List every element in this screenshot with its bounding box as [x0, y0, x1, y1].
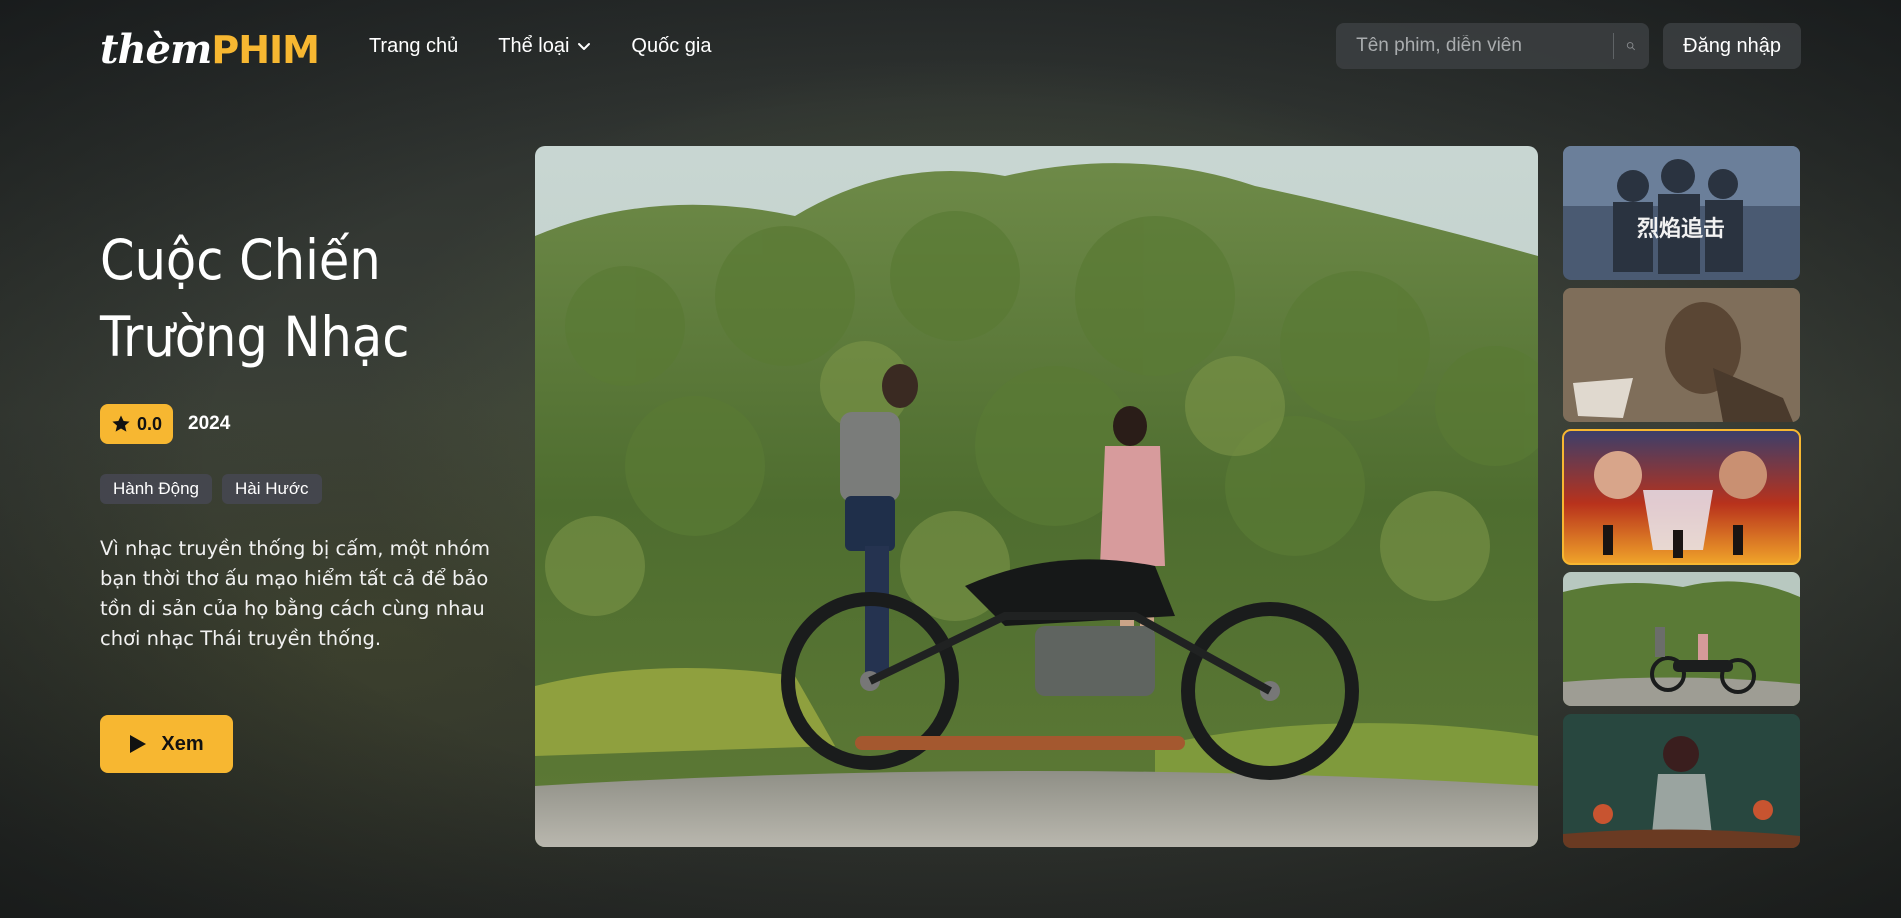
genre-tag[interactable]: Hài Hước — [222, 474, 322, 504]
search-box — [1336, 23, 1650, 69]
search-input[interactable] — [1356, 35, 1602, 57]
rating-badge: 0.0 — [100, 404, 174, 444]
logo-bold-text: PHIM — [211, 28, 320, 72]
thumbnail-item[interactable] — [1563, 572, 1800, 706]
search-icon[interactable] — [1626, 35, 1636, 57]
logo-script-text: thèm — [100, 26, 212, 73]
thumbnail-item[interactable]: 烈焰追击 — [1563, 146, 1800, 280]
release-year: 2024 — [188, 413, 231, 434]
featured-info: Cuộc Chiến Trường Nhạc 0.0 2024 Hành Độn… — [100, 222, 500, 654]
genre-tag[interactable]: Hành Động — [100, 474, 213, 504]
thumbnail-image — [1563, 572, 1800, 706]
main-nav: Trang chủ Thể loại Quốc gia — [369, 35, 712, 58]
featured-title: Cuộc Chiến Trường Nhạc — [100, 228, 410, 369]
header-actions: Đăng nhập — [1336, 23, 1801, 69]
thumbnail-item-active[interactable] — [1562, 429, 1801, 565]
featured-description: Vì nhạc truyền thống bị cấm, một nhóm bạ… — [100, 537, 490, 650]
thumbnail-image — [1563, 288, 1800, 422]
thumbnail-image — [1563, 714, 1800, 848]
genre-tags: Hành Động Hài Hước — [100, 474, 500, 504]
play-icon — [130, 735, 147, 753]
thumbnail-item[interactable] — [1563, 714, 1800, 848]
nav-home[interactable]: Trang chủ — [369, 35, 458, 58]
watch-button[interactable]: Xem — [100, 715, 233, 773]
featured-meta: 0.0 2024 — [100, 404, 500, 444]
star-icon — [112, 415, 130, 432]
site-logo[interactable]: thèm PHIM — [100, 26, 320, 73]
site-header: thèm PHIM Trang chủ Thể loại Quốc gia Đă… — [0, 0, 1901, 92]
nav-genre-label: Thể loại — [498, 34, 570, 57]
rating-value: 0.0 — [137, 413, 163, 434]
thumbnail-image: 烈焰追击 — [1563, 146, 1800, 280]
thumbnail-image — [1563, 430, 1800, 564]
login-button[interactable]: Đăng nhập — [1663, 23, 1801, 69]
chevron-down-icon — [578, 43, 591, 50]
nav-country[interactable]: Quốc gia — [631, 35, 711, 58]
thumbnail-strip: 烈焰追击 — [1562, 146, 1801, 856]
nav-genre[interactable]: Thể loại — [498, 35, 591, 58]
backdrop-illustration — [535, 146, 1538, 847]
watch-button-label: Xem — [161, 732, 204, 755]
thumbnail-overlay-text: 烈焰追击 — [1637, 216, 1725, 242]
featured-backdrop-image[interactable] — [535, 146, 1538, 847]
thumbnail-item[interactable] — [1563, 288, 1800, 422]
